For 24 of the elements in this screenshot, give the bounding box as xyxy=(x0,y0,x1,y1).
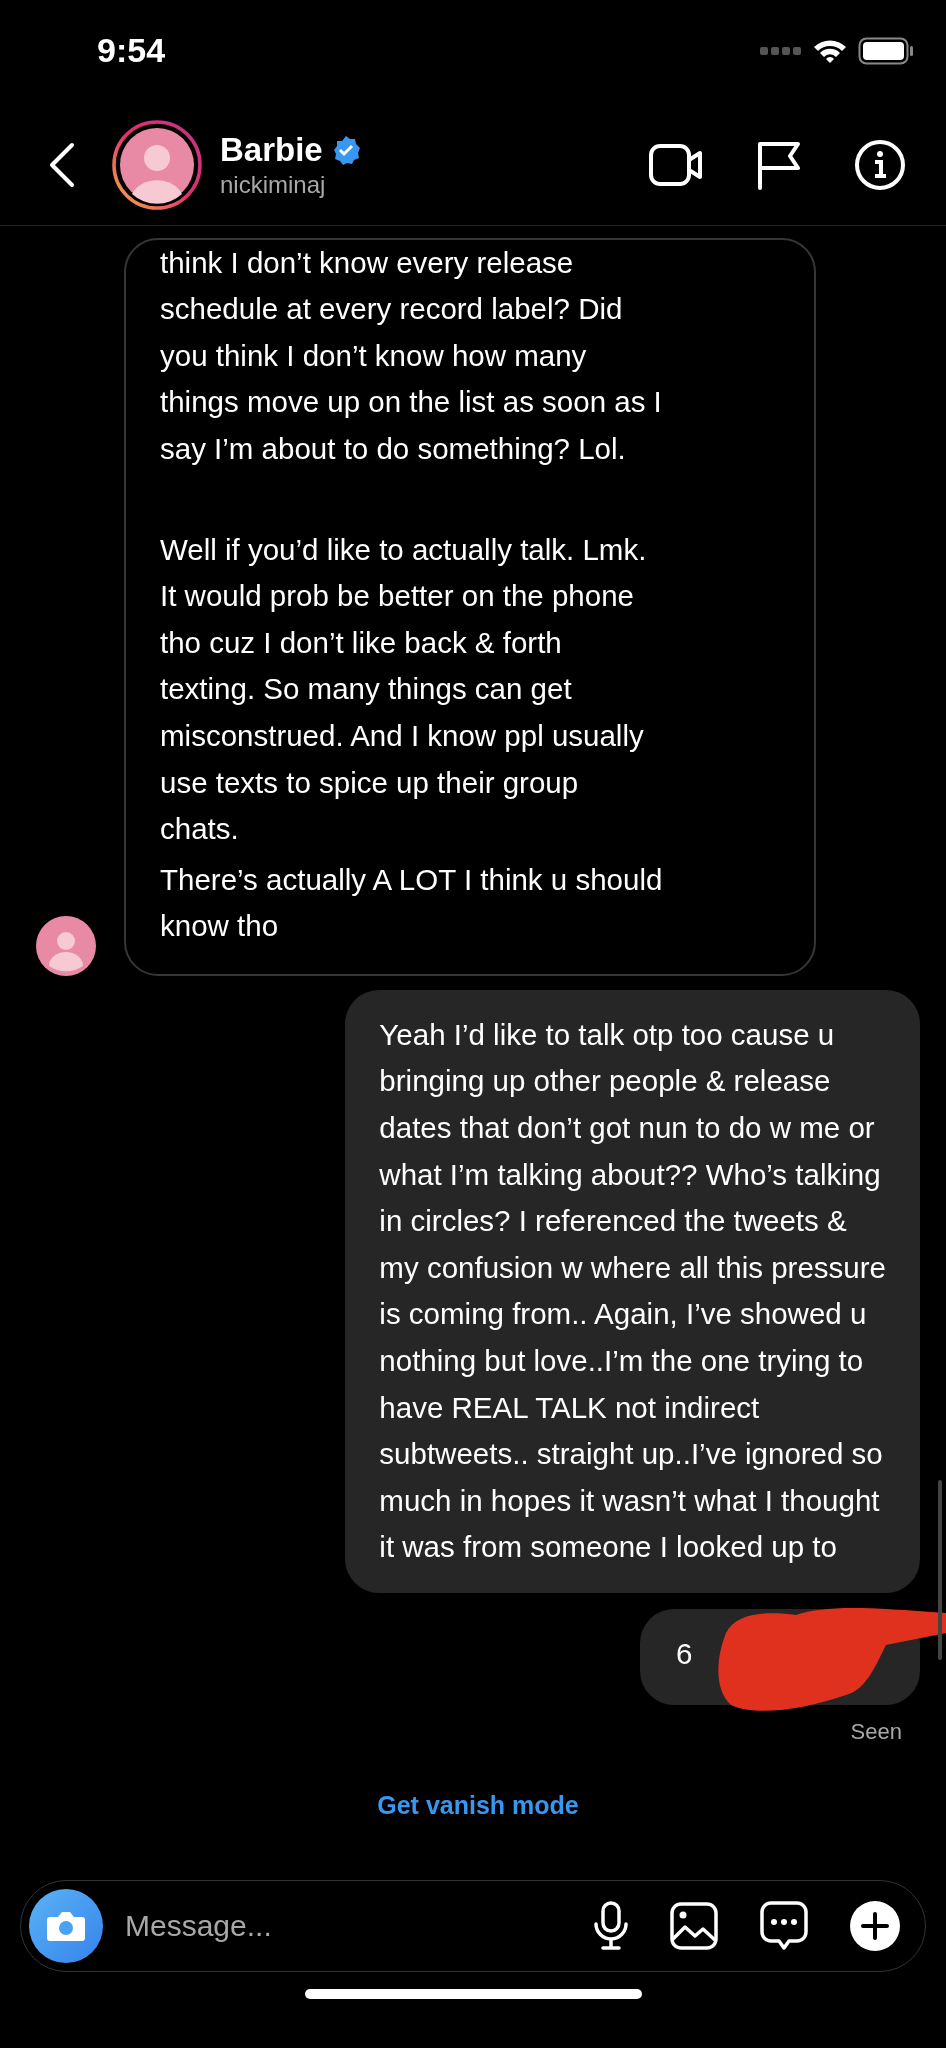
message-text: 6 xyxy=(676,1636,694,1672)
wifi-icon xyxy=(812,38,848,64)
gallery-button[interactable] xyxy=(669,1901,719,1951)
message-text: Well if you’d like to actually talk. Lmk. It would prob be better on the phone tho cuz I don’t like back & forth texting. So many things can get misconstrued. And I know ppl usually use texts to spice up their group chats. xyxy=(160,531,648,848)
battery-icon xyxy=(858,37,914,65)
message-text: There’s actually A LOT I think u should know tho xyxy=(160,861,664,945)
info-button[interactable] xyxy=(854,138,906,191)
contact-username: nickiminaj xyxy=(220,170,327,199)
contact-name: Barbie xyxy=(220,130,323,169)
camera-icon xyxy=(46,1909,86,1943)
microphone-button[interactable] xyxy=(593,1900,629,1952)
profile-avatar[interactable] xyxy=(112,119,202,210)
vanish-mode-link[interactable]: Get vanish mode xyxy=(377,1791,579,1820)
message-text: Yeah I’d like to talk otp too cause u bringing up other people & release dates that don’t got nun to do w me or what I’m talking about?? Who’s talking in circles? I referenced the tweets & my confusion w where all this pressure is coming from.. Again, I’ve showed u nothing but love..I’m the one trying to have REAL TALK not indirect subtweets.. straight up..I’ve ignored so much in hopes it wasn’t what I thought it was from someone I looked up to xyxy=(379,1016,886,1566)
seen-receipt: Seen xyxy=(850,1719,902,1745)
sticker-chat-button[interactable] xyxy=(759,1900,809,1952)
sender-avatar[interactable] xyxy=(36,915,96,976)
signal-icon xyxy=(760,46,802,56)
status-time: 9:54 xyxy=(97,30,166,70)
video-call-button[interactable] xyxy=(648,142,704,187)
flag-button[interactable] xyxy=(756,139,802,190)
add-button[interactable] xyxy=(849,1900,901,1952)
camera-button[interactable] xyxy=(29,1889,103,1963)
message-text: think I don’t know every release schedule at every record label? Did you think I don’t know how many things move up on the list as soon as I say I’m about to do something? Lol. xyxy=(160,244,663,467)
